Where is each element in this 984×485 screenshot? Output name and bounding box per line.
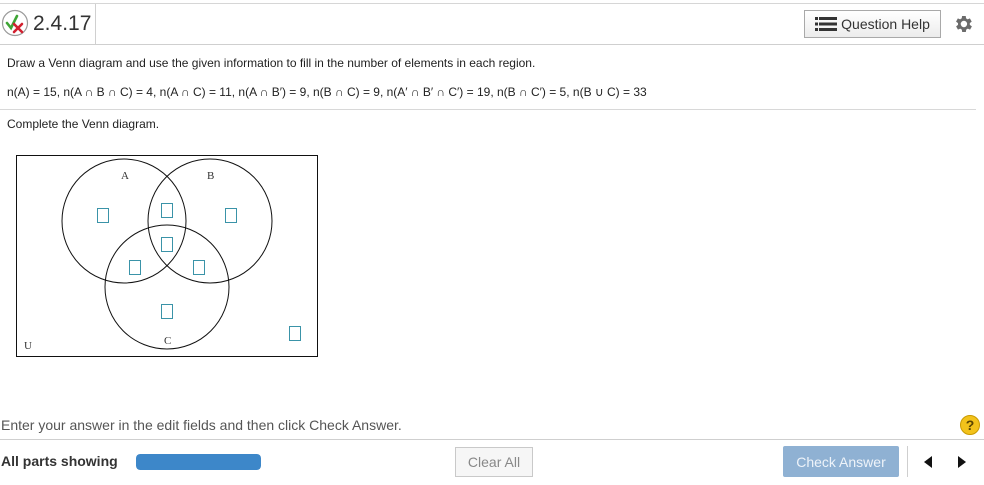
parts-showing-label: All parts showing [1,453,118,469]
partially-correct-icon [1,9,29,37]
question-header: 2.4.17 Question Help [0,3,984,45]
help-question-icon[interactable]: ? [960,415,980,435]
question-prompt: Complete the Venn diagram. [7,117,160,131]
divider [0,109,976,110]
label-a: A [121,170,129,182]
region-c-only-input[interactable] [161,304,173,319]
region-outside-input[interactable] [289,326,301,341]
question-help-label: Question Help [841,16,930,32]
progress-bar-fill [136,454,261,470]
label-c: C [164,335,171,347]
list-icon [815,17,838,31]
answer-instruction: Enter your answer in the edit fields and… [1,417,402,433]
label-u: U [24,340,32,352]
label-b: B [207,170,214,182]
universal-set-box [16,155,318,357]
venn-diagram: A B C U [16,155,318,357]
gear-icon[interactable] [952,13,974,35]
region-a-only-input[interactable] [97,208,109,223]
nav-separator [907,446,908,477]
progress-bar [136,454,261,470]
region-a-and-b-only-input[interactable] [161,203,173,218]
previous-arrow-icon[interactable] [918,452,938,472]
region-b-only-input[interactable] [225,208,237,223]
check-answer-button[interactable]: Check Answer [783,446,899,477]
given-information: n(A) = 15, n(A ∩ B ∩ C) = 4, n(A ∩ C) = … [7,85,647,99]
footer-divider [0,439,984,440]
region-b-and-c-only-input[interactable] [193,260,205,275]
next-arrow-icon[interactable] [952,452,972,472]
region-a-b-c-input[interactable] [161,237,173,252]
question-help-button[interactable]: Question Help [804,10,941,38]
clear-all-button[interactable]: Clear All [455,447,533,477]
region-a-and-c-only-input[interactable] [129,260,141,275]
question-instruction: Draw a Venn diagram and use the given in… [7,56,536,70]
question-number: 2.4.17 [29,4,97,44]
